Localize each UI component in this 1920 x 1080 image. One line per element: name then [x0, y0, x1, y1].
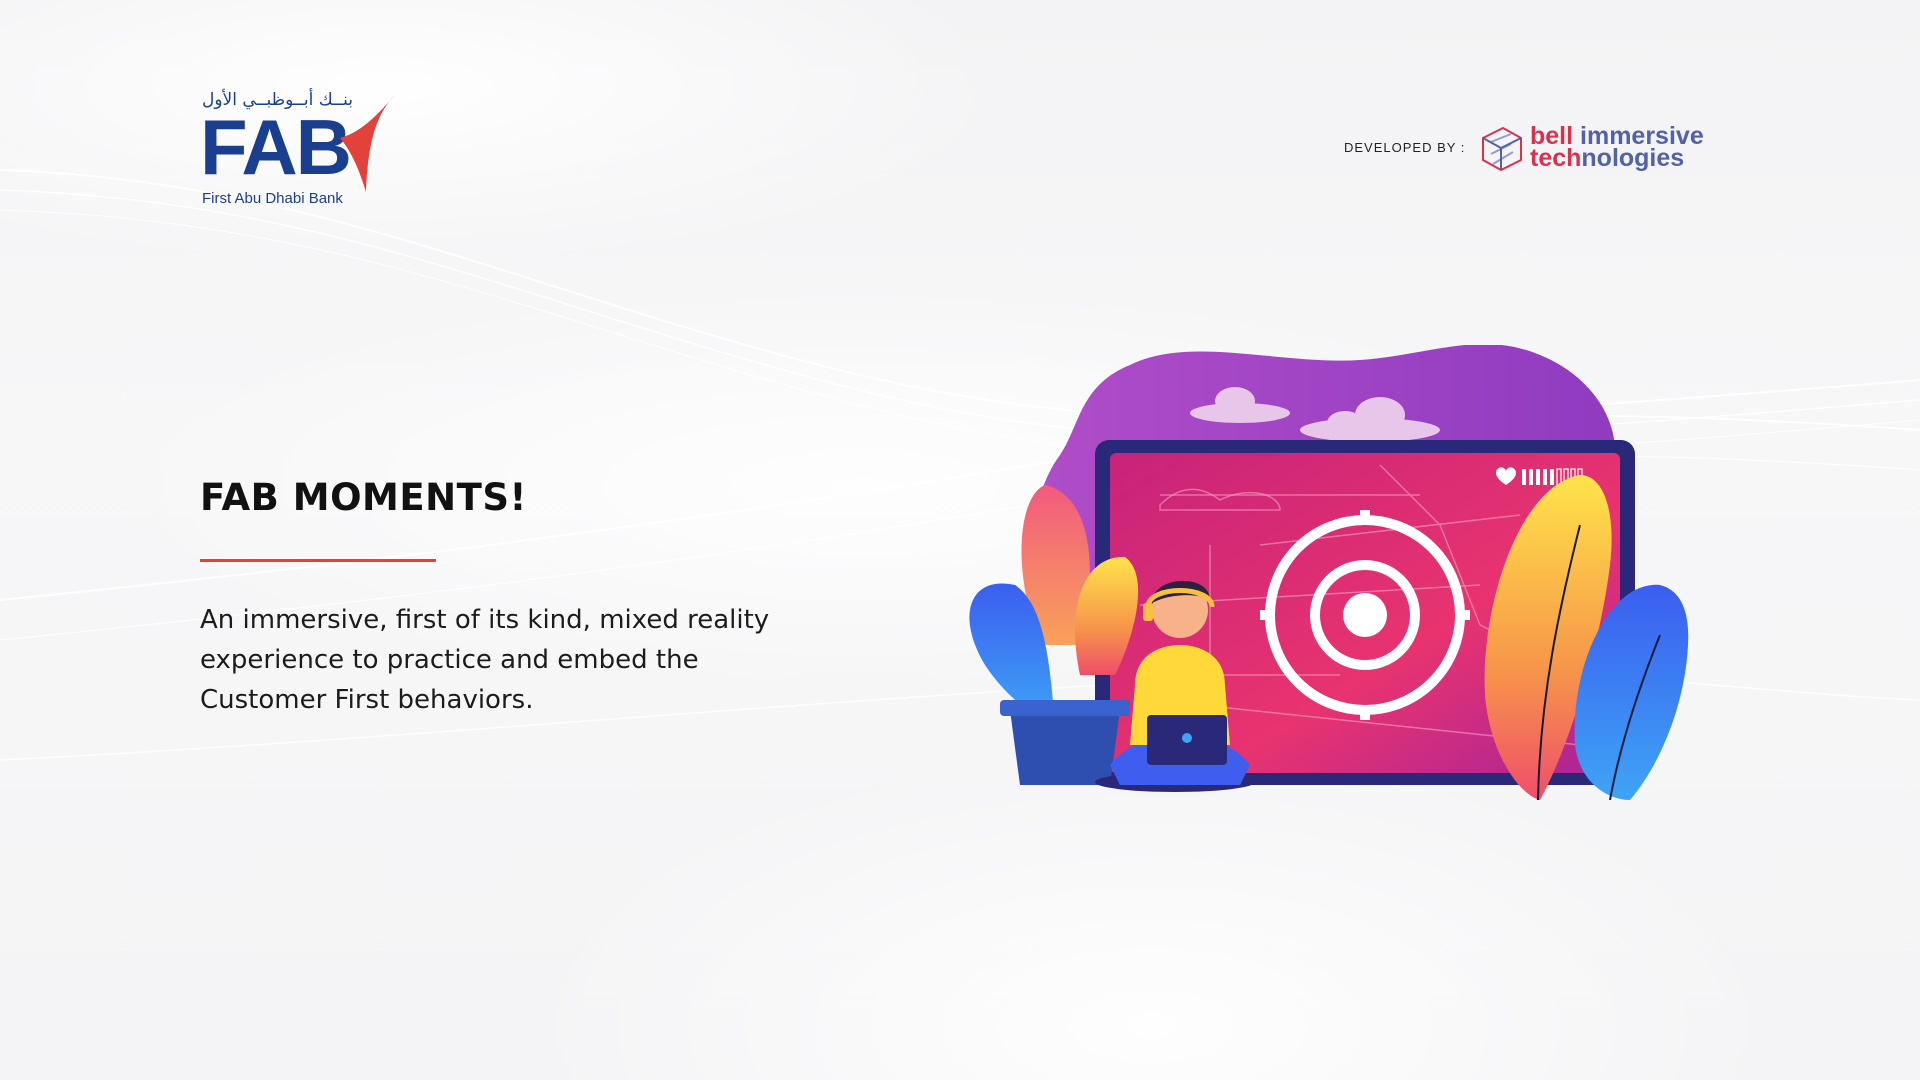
fab-logo: بنــك أبــوظبــي الأول FAB First Abu Dha… [200, 90, 410, 220]
bell-cube-icon [1482, 126, 1522, 172]
page-description: An immersive, first of its kind, mixed r… [200, 605, 770, 715]
fab-full-name: First Abu Dhabi Bank [202, 190, 343, 207]
developer-credit: DEVELOPED BY : bell immersive technologi… [1344, 124, 1724, 184]
developed-by-label: DEVELOPED BY : [1344, 140, 1466, 155]
page-title: FAB MOMENTS! [200, 476, 527, 519]
title-underline [200, 559, 436, 562]
fab-wordmark: FAB [200, 103, 352, 191]
fab-swoosh-icon [340, 94, 396, 192]
gamer-target-illustration [969, 345, 1689, 801]
bell-name-line2: technologies [1530, 144, 1685, 172]
